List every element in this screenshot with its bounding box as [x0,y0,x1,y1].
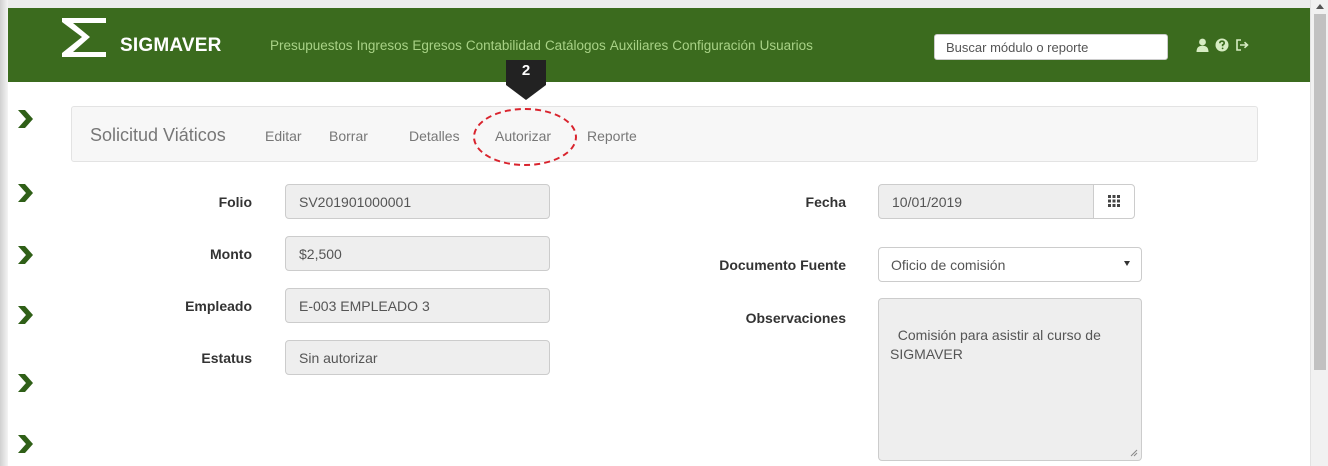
sidebar-chevron-right-icon[interactable] [15,245,35,265]
page-scrollbar[interactable] [1310,0,1328,466]
menu-item-usuarios[interactable]: Usuarios [760,38,813,53]
resize-grip-icon[interactable] [1130,449,1138,457]
scroll-up-arrow-icon[interactable] [1316,4,1324,9]
help-icon[interactable] [1215,38,1229,52]
sidebar-chevron-right-icon[interactable] [15,183,35,203]
calendar-button[interactable] [1093,184,1135,219]
documento-fuente-label: Documento Fuente [719,257,846,273]
delete-link[interactable]: Borrar [329,128,368,144]
scrollbar-thumb[interactable] [1314,14,1326,370]
menu-item-catalogos[interactable]: Catálogos [545,38,606,53]
menu-item-egresos[interactable]: Egresos [412,38,462,53]
step-marker-number: 2 [521,62,531,79]
menu-item-contabilidad[interactable]: Contabilidad [466,38,541,53]
observaciones-value: Comisión para asistir al curso de SIGMAV… [890,327,1105,362]
fecha-field: 10/01/2019 [878,184,1094,219]
sidebar-chevron-right-icon[interactable] [15,305,35,325]
observaciones-label: Observaciones [745,310,846,326]
estatus-field: Sin autorizar [285,340,550,375]
folio-label: Folio [218,194,252,210]
report-link[interactable]: Reporte [587,128,637,144]
monto-label: Monto [210,246,252,262]
window-frame-left [0,0,8,466]
fecha-label: Fecha [805,194,846,210]
documento-fuente-select[interactable]: Oficio de comisión [878,247,1142,282]
sidebar-chevron-right-icon[interactable] [15,434,35,454]
edit-link[interactable]: Editar [265,128,302,144]
sidebar-chevron-right-icon[interactable] [15,373,35,393]
window-frame-top [0,0,1328,8]
estatus-label: Estatus [201,350,252,366]
record-action-bar: Solicitud Viáticos Editar Borrar Detalle… [71,106,1258,162]
empleado-label: Empleado [185,298,252,314]
documento-fuente-value: Oficio de comisión [891,257,1006,273]
empleado-field: E-003 EMPLEADO 3 [285,288,550,323]
main-menu: Presupuestos Ingresos Egresos Contabilid… [270,38,813,53]
observaciones-textarea: Comisión para asistir al curso de SIGMAV… [878,298,1142,461]
logout-icon[interactable] [1235,38,1250,52]
calendar-grid-icon [1108,195,1120,207]
monto-field: $2,500 [285,236,550,271]
menu-item-configuracion[interactable]: Configuración [672,38,755,53]
sigmaver-logo-icon[interactable] [60,16,108,60]
folio-field: SV201901000001 [285,184,550,219]
dropdown-caret-icon [1124,261,1130,266]
details-link[interactable]: Detalles [409,128,460,144]
menu-item-presupuestos[interactable]: Presupuestos [270,38,353,53]
sidebar-chevron-right-icon[interactable] [15,109,35,129]
brand-name[interactable]: SIGMAVER [120,35,222,57]
navbar-icon-group [1196,38,1250,52]
page-title: Solicitud Viáticos [90,125,226,145]
menu-item-ingresos[interactable]: Ingresos [357,38,409,53]
user-icon[interactable] [1196,38,1209,52]
top-navbar: SIGMAVER Presupuestos Ingresos Egresos C… [8,8,1310,82]
authorize-highlight-ellipse [473,108,577,166]
menu-item-auxiliares[interactable]: Auxiliares [610,38,669,53]
module-search-input[interactable] [934,34,1168,60]
